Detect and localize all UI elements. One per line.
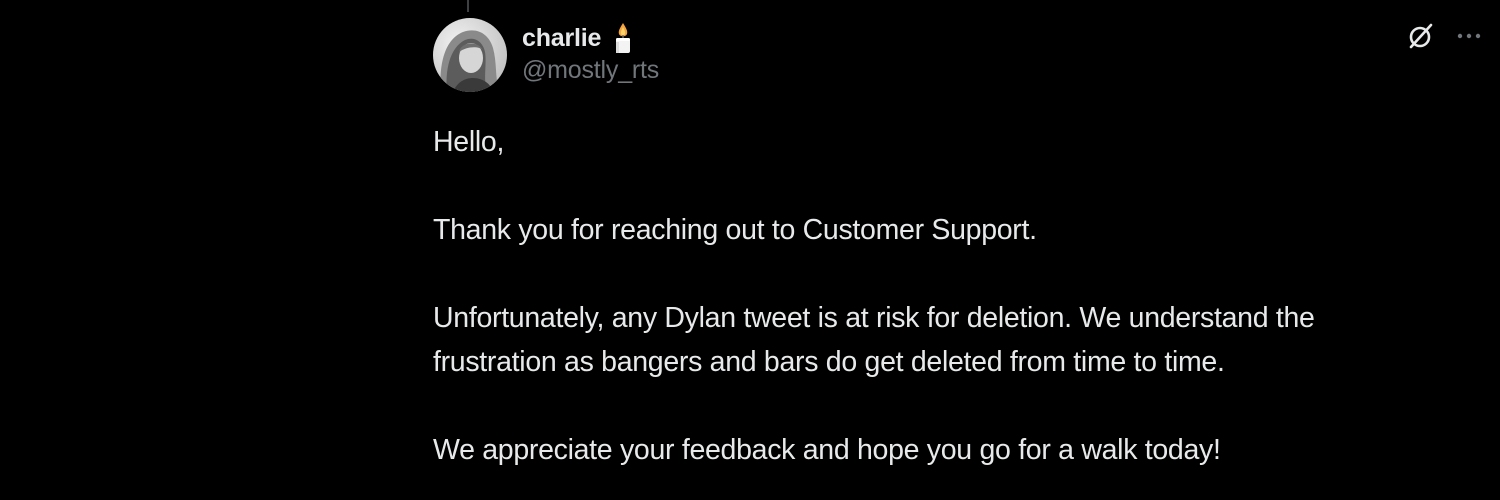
tweet-text: Hello, Thank you for reaching out to Cus… [433,120,1483,472]
tweet-author[interactable]: charlie @mostly_rts [522,20,659,85]
tweet-text-line: Hello, [433,126,505,158]
candle-icon [613,22,633,54]
tweet-actions [1407,22,1483,50]
tweet-text-line: Thank you for reaching out to Customer S… [433,214,1037,246]
tweet-text-line: Unfortunately, any Dylan tweet is at ris… [433,302,1315,334]
grok-icon[interactable] [1407,22,1435,50]
author-handle[interactable]: @mostly_rts [522,56,659,85]
more-icon[interactable] [1455,22,1483,50]
tweet[interactable]: charlie @mostly_rts Hello, Thank you for… [433,0,1483,500]
tweet-text-line: We appreciate your feedback and hope you… [433,434,1221,466]
avatar[interactable] [433,18,507,92]
author-name-row: charlie [522,20,659,56]
avatar-photo-icon [433,18,507,92]
tweet-text-line: frustration as bangers and bars do get d… [433,346,1225,378]
author-display-name[interactable]: charlie [522,24,601,53]
